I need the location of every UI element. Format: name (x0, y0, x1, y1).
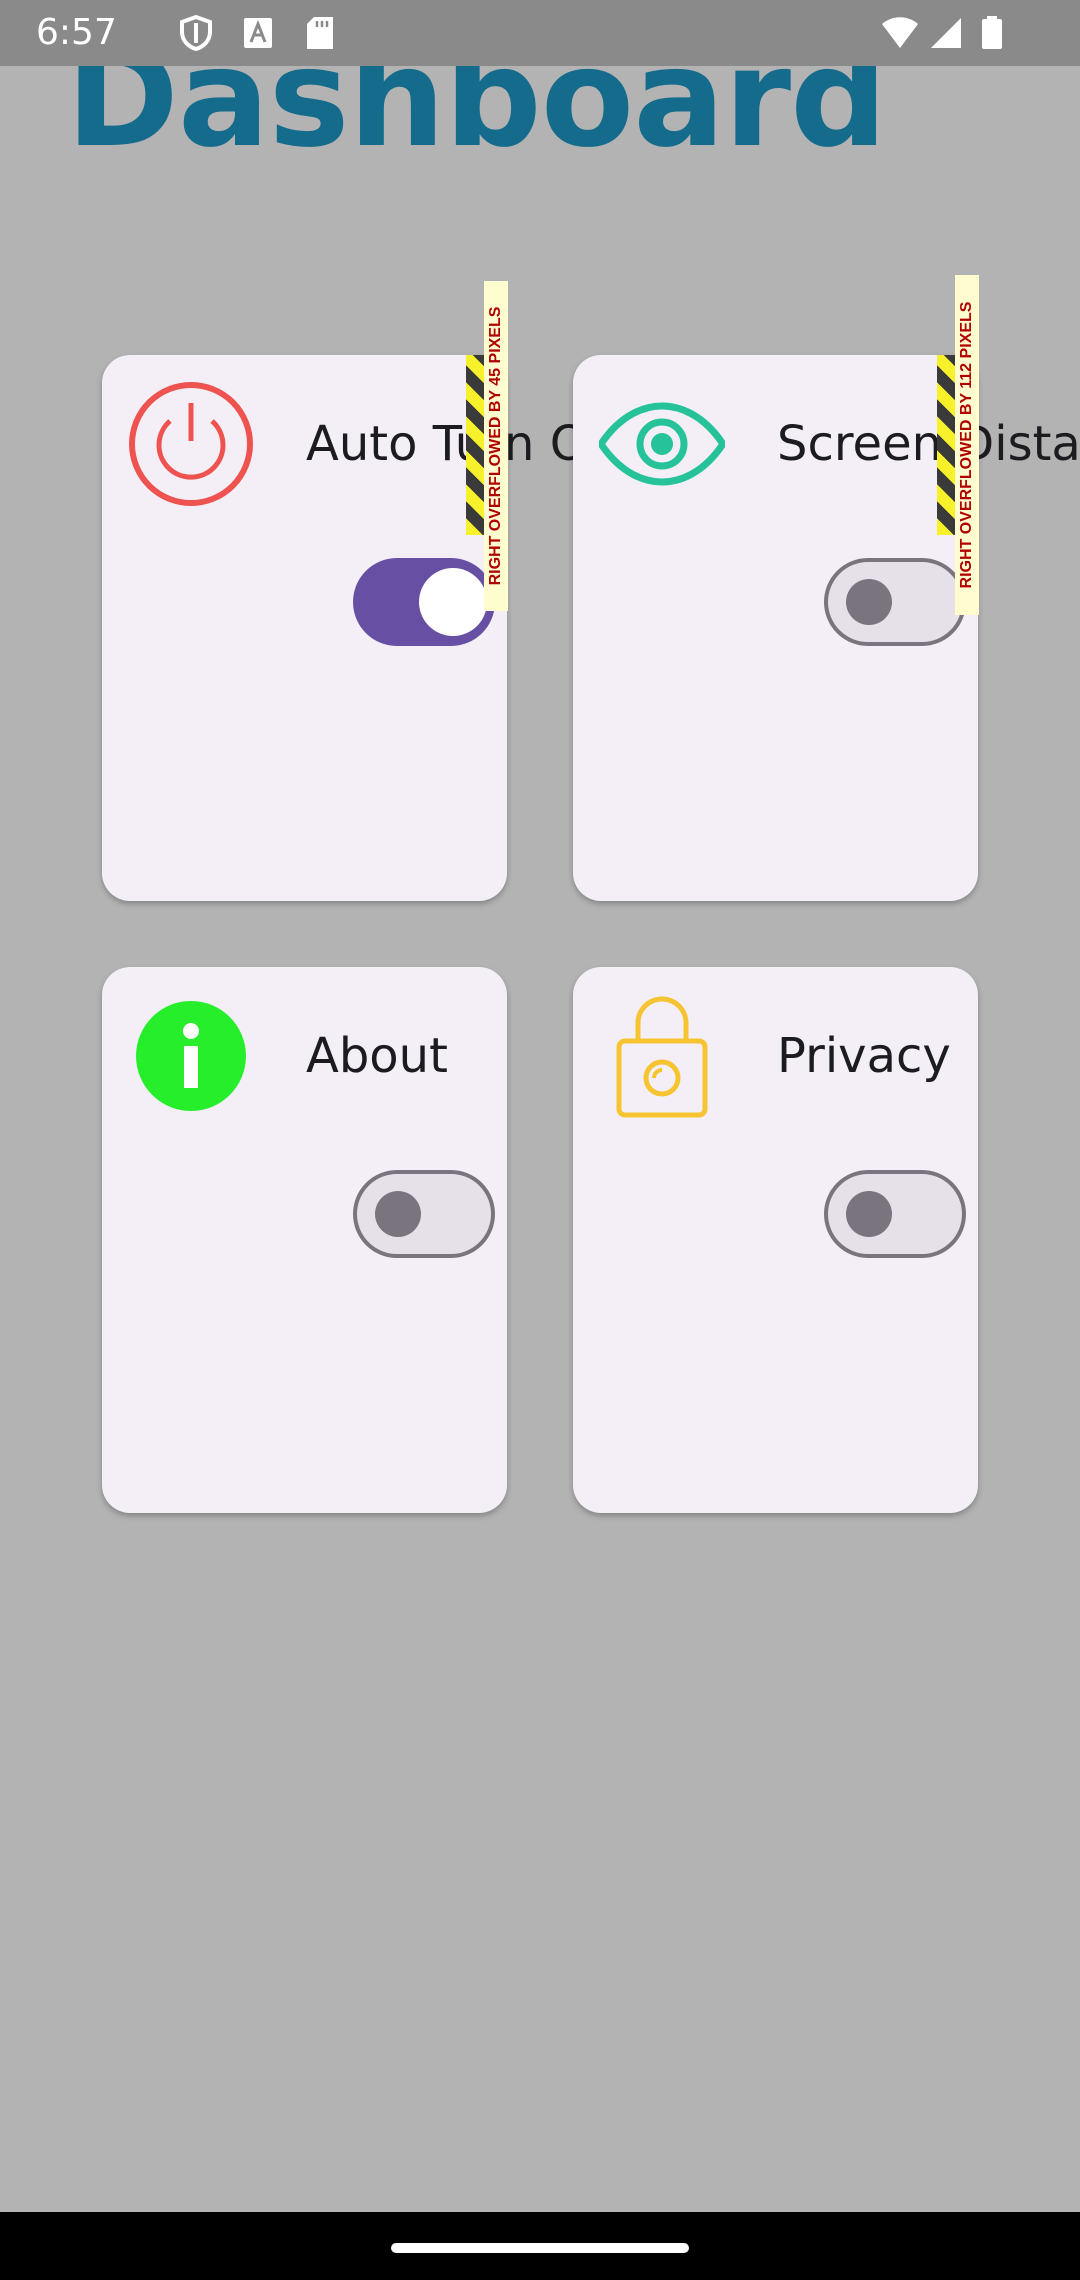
overflow-warning: RIGHT OVERFLOWED BY 45 PIXELS (484, 281, 508, 611)
card-screen-distance[interactable]: Screen Distance RIGHT OVERFLOWED BY 112 … (573, 275, 1080, 901)
wifi-icon (880, 14, 920, 52)
status-time: 6:57 (36, 12, 117, 53)
navigation-bar (0, 2212, 1080, 2280)
card-about[interactable]: About (102, 967, 507, 1513)
card-label: Privacy (777, 1028, 951, 1084)
toggle-knob (419, 568, 487, 636)
home-gesture-handle[interactable] (391, 2243, 689, 2253)
toggle-knob (846, 1191, 892, 1237)
cell-signal-icon (928, 14, 964, 52)
sd-card-icon (302, 14, 338, 52)
shield-icon (178, 14, 214, 52)
power-icon (128, 381, 254, 507)
toggle-knob (846, 579, 892, 625)
toggle-knob (375, 1191, 421, 1237)
status-bar: 6:57 (0, 0, 1080, 66)
card-label: Auto Turn Off (306, 416, 574, 472)
eye-icon (599, 381, 725, 507)
about-toggle[interactable] (353, 1170, 495, 1258)
privacy-toggle[interactable] (824, 1170, 966, 1258)
battery-icon (980, 14, 1004, 52)
card-auto-turn-off[interactable]: Auto Turn Off RIGHT OVERFLOWED BY 45 PIX… (102, 281, 574, 901)
info-icon (128, 993, 254, 1119)
card-privacy[interactable]: Privacy (573, 967, 978, 1513)
screen-distance-toggle[interactable] (824, 558, 966, 646)
lock-icon (599, 993, 725, 1119)
overflow-stripe (937, 355, 955, 535)
overflow-stripe (466, 355, 484, 535)
text-a-icon (240, 14, 276, 52)
card-label: About (306, 1028, 448, 1084)
card-label: Screen Distance (777, 416, 1080, 472)
overflow-warning: RIGHT OVERFLOWED BY 112 PIXELS (955, 275, 979, 615)
auto-turn-off-toggle[interactable] (353, 558, 495, 646)
